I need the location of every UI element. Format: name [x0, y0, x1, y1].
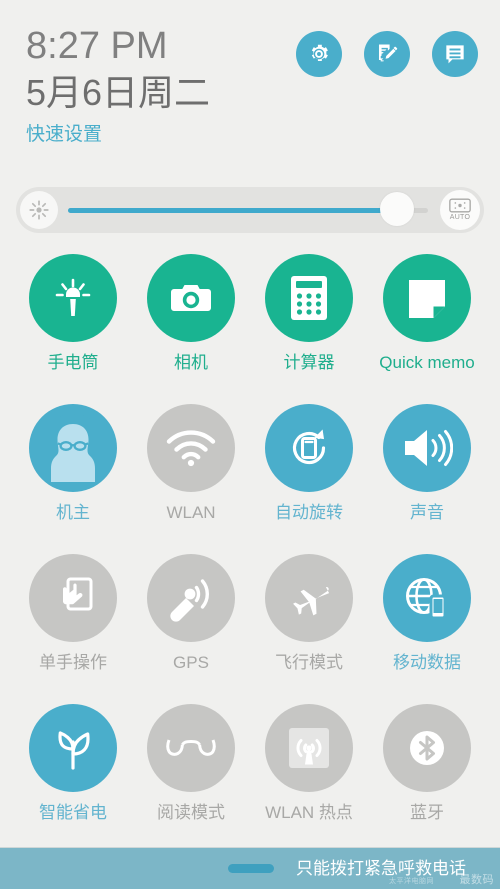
- quick-tile-label: 飞行模式: [275, 653, 343, 672]
- settings-gear-button[interactable]: [296, 31, 342, 77]
- gps-satellite-icon: [147, 554, 235, 642]
- quick-tile-flashlight[interactable]: 手电筒: [14, 252, 132, 402]
- reading-glasses-icon: [147, 704, 235, 792]
- header-icon-group: [296, 31, 478, 77]
- brightness-slider[interactable]: [68, 187, 438, 233]
- notifications-list-icon: [446, 45, 464, 64]
- header: 8:27 PM 5月6日周二 快速设置: [0, 0, 500, 178]
- slider-track-fill: [68, 208, 389, 213]
- airplane-icon: [265, 554, 353, 642]
- quick-tile-label: 移动数据: [393, 653, 461, 672]
- quick-tile-label: 计算器: [283, 353, 335, 372]
- hotspot-icon: [265, 704, 353, 792]
- quick-tile-label: WLAN 热点: [265, 803, 353, 822]
- flashlight-icon: [29, 254, 117, 342]
- quick-tile-label: 阅读模式: [157, 803, 225, 822]
- quick-tile-owner-avatar[interactable]: 机主: [14, 402, 132, 552]
- owner-avatar-icon: [29, 404, 117, 492]
- wifi-icon: [147, 404, 235, 492]
- quick-tile-hotspot[interactable]: WLAN 热点: [250, 702, 368, 852]
- clock-block: 8:27 PM 5月6日周二 快速设置: [26, 24, 210, 148]
- quick-settings-grid: 手电筒 相机 计算器 Quick memo 机主 WLAN 自动旋转 声音单手操作 GPS 飞行模…: [0, 252, 500, 852]
- quick-tile-power-saving-leaf[interactable]: 智能省电: [14, 702, 132, 852]
- auto-brightness-icon: [449, 198, 471, 213]
- quick-tile-label: 单手操作: [39, 653, 107, 672]
- quick-memo-icon: [383, 254, 471, 342]
- slider-thumb[interactable]: [380, 192, 415, 226]
- quick-tile-bluetooth[interactable]: 蓝牙: [368, 702, 486, 852]
- sound-speaker-icon: [383, 404, 471, 492]
- quick-tile-one-hand-mode[interactable]: 单手操作: [14, 552, 132, 702]
- quick-tile-label: 智能省电: [39, 803, 107, 822]
- quick-tile-label: WLAN: [166, 503, 216, 522]
- brightness-sun-icon: [29, 200, 49, 220]
- auto-rotate-icon: [265, 404, 353, 492]
- quick-tile-sound-speaker[interactable]: 声音: [368, 402, 486, 552]
- watermark: 最数码: [459, 874, 494, 886]
- clock-time: 8:27 PM: [26, 25, 168, 67]
- quick-tile-label: 相机: [174, 353, 208, 372]
- quick-memo-edit-button[interactable]: [364, 31, 410, 77]
- quick-settings-screen: 8:27 PM 5月6日周二 快速设置 AUTO 手电筒 相机 计算器 Quic…: [0, 0, 500, 889]
- quick-tile-wifi[interactable]: WLAN: [132, 402, 250, 552]
- settings-gear-icon: [311, 44, 328, 62]
- quick-tile-quick-memo[interactable]: Quick memo: [368, 252, 486, 402]
- quick-tile-airplane[interactable]: 飞行模式: [250, 552, 368, 702]
- quick-tile-camera[interactable]: 相机: [132, 252, 250, 402]
- quick-tile-label: Quick memo: [379, 353, 475, 372]
- quick-tile-reading-glasses[interactable]: 阅读模式: [132, 702, 250, 852]
- quick-memo-edit-icon: [378, 44, 398, 62]
- quick-tile-auto-rotate[interactable]: 自动旋转: [250, 402, 368, 552]
- page-title: 快速设置: [26, 124, 103, 145]
- quick-tile-label: 机主: [56, 503, 90, 522]
- mobile-data-icon: [383, 554, 471, 642]
- quick-tile-label: GPS: [173, 653, 209, 672]
- auto-brightness-label: AUTO: [449, 214, 471, 221]
- quick-tile-label: 蓝牙: [410, 803, 444, 822]
- watermark-sub: 太平洋电脑网: [389, 878, 434, 885]
- quick-tile-mobile-data[interactable]: 移动数据: [368, 552, 486, 702]
- drag-handle[interactable]: [228, 864, 274, 873]
- emergency-call-text: 只能拨打紧急呼救电话: [296, 858, 466, 878]
- brightness-bar: AUTO: [16, 187, 484, 233]
- quick-tile-gps-satellite[interactable]: GPS: [132, 552, 250, 702]
- notifications-list-button[interactable]: [432, 31, 478, 77]
- camera-icon: [147, 254, 235, 342]
- quick-tile-label: 声音: [410, 503, 444, 522]
- quick-tile-label: 手电筒: [47, 353, 99, 372]
- bluetooth-icon: [383, 704, 471, 792]
- power-saving-leaf-icon: [29, 704, 117, 792]
- auto-brightness-button[interactable]: AUTO: [440, 190, 480, 230]
- clock-date: 5月6日周二: [26, 72, 211, 113]
- brightness-icon-button[interactable]: [20, 191, 58, 229]
- bottom-bar[interactable]: 只能拨打紧急呼救电话 太平洋电脑网 最数码: [0, 847, 500, 889]
- quick-tile-calculator[interactable]: 计算器: [250, 252, 368, 402]
- one-hand-mode-icon: [29, 554, 117, 642]
- quick-tile-label: 自动旋转: [275, 503, 343, 522]
- calculator-icon: [265, 254, 353, 342]
